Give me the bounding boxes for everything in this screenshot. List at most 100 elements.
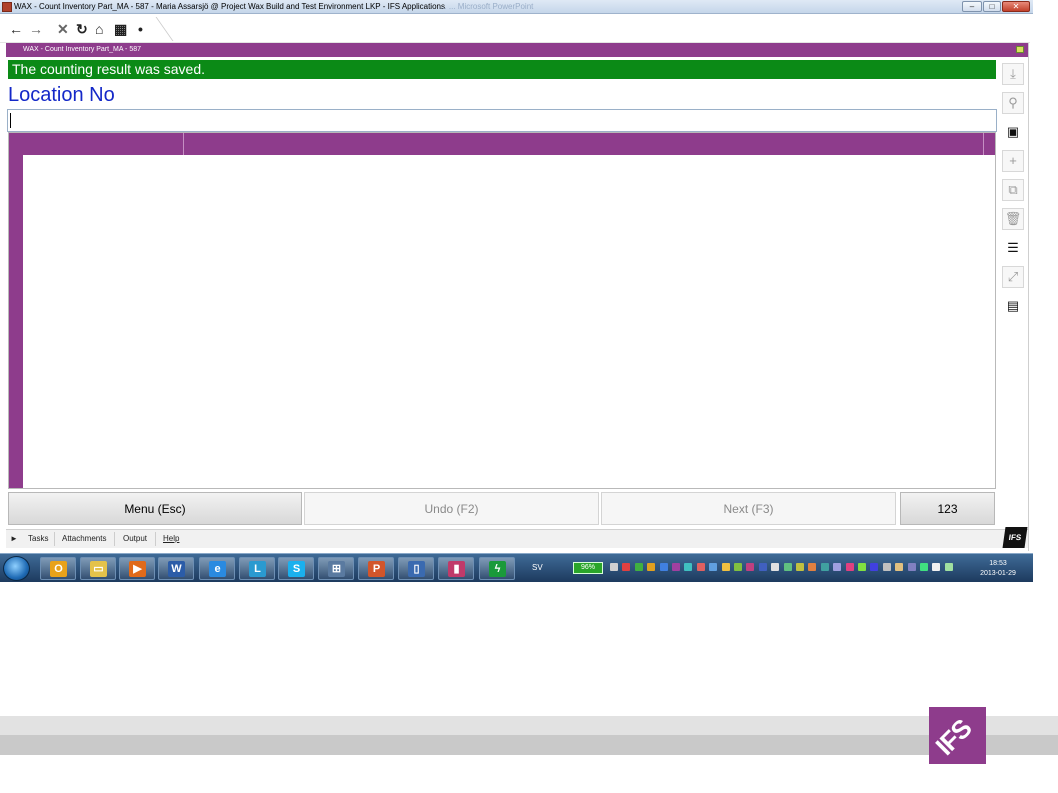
download-icon[interactable]: ⤓ (1002, 63, 1024, 85)
tray-icon[interactable] (858, 563, 866, 571)
ifs-app-icon: ϟ (489, 561, 506, 577)
tray-icon[interactable] (895, 563, 904, 571)
tray-icon[interactable] (833, 563, 842, 571)
next-button[interactable]: Next (F3) (601, 492, 896, 525)
text-caret (10, 113, 11, 128)
tray-icon[interactable] (746, 563, 755, 571)
taskbar-remote-button[interactable]: ⊞ (318, 557, 354, 580)
explorer-icon: ▭ (90, 561, 107, 577)
stop-icon[interactable]: ✕ (57, 22, 69, 36)
tab-tasks[interactable]: Tasks (28, 534, 48, 543)
taskbar-clock[interactable]: 18:53 2013-01-29 (976, 559, 1020, 579)
forward-arrow-icon[interactable]: → (29, 22, 43, 36)
apps-grid-icon[interactable]: ▦ (114, 22, 127, 36)
taskbar-skype-button[interactable]: S (278, 557, 314, 580)
tray-icon[interactable] (696, 563, 705, 571)
tab-output[interactable]: Output (123, 534, 147, 543)
duplicate-icon[interactable]: ⧉ (1002, 179, 1024, 201)
window-title: WAX - Count Inventory Part_MA - 587 - Ma… (14, 2, 445, 11)
taskbar-lync-button[interactable]: L (239, 557, 275, 580)
tray-icon[interactable] (920, 563, 928, 571)
language-indicator[interactable]: SV (532, 563, 543, 572)
windows-taskbar: O ▭ ▶ We L S ⊞ P ▯ ▮ ϟ SV 96% 18:53 2013-01-29 (0, 553, 1033, 582)
form-caption: WAX - Count Inventory Part_MA - 587 (6, 43, 1028, 57)
slide-footer-band-light (0, 716, 1058, 735)
taskbar-chart-app-button[interactable]: ▮ (438, 557, 474, 580)
right-command-bar: ⤓ ⚲ ▣ + ⧉ 🗑 ☰ ⤢ ▤ (999, 60, 1027, 325)
taskbar-explorer-button[interactable]: ▭ (80, 557, 116, 580)
tab-help[interactable]: Help (163, 534, 179, 543)
tray-icon[interactable] (709, 563, 718, 571)
word-icon: W (168, 561, 185, 577)
grid-column-separator[interactable] (183, 133, 184, 155)
undo-button[interactable]: Undo (F2) (304, 492, 599, 525)
clock-date: 2013-01-29 (980, 570, 1016, 577)
taskbar-outlook-button[interactable]: O (40, 557, 76, 580)
add-icon[interactable]: + (1002, 150, 1024, 172)
back-arrow-icon[interactable]: ← (9, 22, 23, 36)
tray-icon[interactable] (808, 563, 817, 571)
tray-icon[interactable] (882, 563, 891, 571)
tab-attachments[interactable]: Attachments (62, 534, 106, 543)
tray-icon[interactable] (907, 563, 916, 571)
flag-icon[interactable] (1016, 46, 1024, 53)
details-icon[interactable]: ▤ (1002, 295, 1024, 317)
clock-time: 18:53 (989, 560, 1007, 567)
data-grid[interactable] (8, 132, 996, 489)
window-right-border (1028, 43, 1029, 551)
tray-icon[interactable] (796, 563, 804, 571)
tray-icon[interactable] (659, 563, 668, 571)
tab-divider (155, 532, 156, 546)
ifs-logo-text: IFS (929, 713, 978, 761)
save-icon[interactable]: ▣ (1002, 121, 1024, 143)
tray-icon[interactable] (758, 563, 767, 571)
location-input[interactable] (7, 109, 997, 132)
taskbar-word-button[interactable]: W (158, 557, 194, 580)
tray-icon[interactable] (610, 563, 618, 571)
slide-footer-band-dark (0, 735, 1058, 755)
tray-icon[interactable] (734, 563, 742, 571)
powerpoint-icon: P (368, 561, 385, 577)
tray-icon[interactable] (820, 563, 829, 571)
tray-icon[interactable] (672, 563, 680, 571)
tray-icon[interactable] (845, 563, 854, 571)
ie-icon: e (209, 561, 226, 577)
numeric-keypad-button[interactable]: 123 (900, 492, 995, 525)
expand-icon[interactable]: ⤢ (1002, 266, 1024, 288)
close-button[interactable]: ✕ (1002, 1, 1030, 12)
grid-header-end (983, 133, 995, 155)
taskbar-device-button[interactable]: ▯ (398, 557, 434, 580)
taskbar-ie-button[interactable]: e (199, 557, 235, 580)
menu-button[interactable]: Menu (Esc) (8, 492, 302, 525)
list-view-icon[interactable]: ☰ (1002, 237, 1024, 259)
battery-indicator[interactable]: 96% (573, 562, 603, 574)
grid-row-selector-bar (9, 133, 23, 488)
tray-icon[interactable] (783, 563, 792, 571)
tray-icon[interactable] (684, 563, 693, 571)
refresh-icon[interactable]: ↻ (76, 22, 88, 36)
taskbar-media-button[interactable]: ▶ (119, 557, 155, 580)
navigation-toolbar: ← → ✕ ↻ ⌂ ▦ • (0, 15, 1030, 43)
tray-icon[interactable] (721, 563, 730, 571)
search-icon[interactable]: ⚲ (1002, 92, 1024, 114)
home-icon[interactable]: ⌂ (95, 22, 103, 36)
chart-app-icon: ▮ (448, 561, 465, 577)
tray-icon[interactable] (647, 563, 656, 571)
device-icon: ▯ (408, 561, 425, 577)
app-icon (2, 2, 12, 12)
taskbar-ifs-app-button[interactable]: ϟ (479, 557, 515, 580)
tray-icon[interactable] (944, 563, 953, 571)
tray-icon[interactable] (634, 563, 643, 571)
taskbar-powerpoint-button[interactable]: P (358, 557, 394, 580)
tray-icon[interactable] (622, 563, 631, 571)
collapse-arrow-icon[interactable]: ► (10, 534, 18, 543)
delete-icon[interactable]: 🗑 (1002, 208, 1024, 230)
minimize-button[interactable]: – (962, 1, 982, 12)
tray-icon[interactable] (932, 563, 941, 571)
maximize-button[interactable]: □ (983, 1, 1001, 12)
tray-icon[interactable] (771, 563, 780, 571)
skype-icon: S (288, 561, 305, 577)
tray-icon[interactable] (870, 563, 879, 571)
lync-icon: L (249, 561, 266, 577)
start-button[interactable] (3, 556, 30, 581)
